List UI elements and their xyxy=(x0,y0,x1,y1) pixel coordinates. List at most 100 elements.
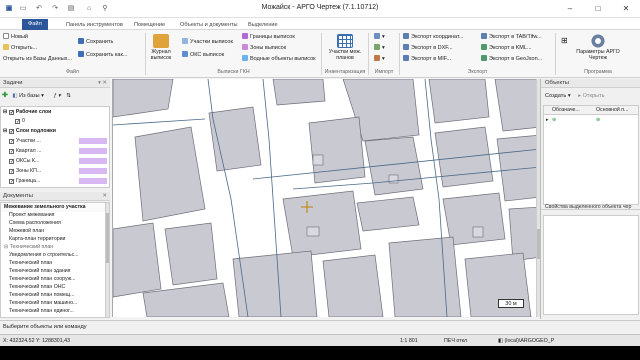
underlay-layer-row[interactable]: ✓ ОКСы К... xyxy=(1,157,111,165)
import-tool-1[interactable]: ▾ xyxy=(374,33,385,41)
column-header[interactable]: Обозначе... xyxy=(552,106,580,115)
list-item[interactable]: Технический план единог... xyxy=(1,308,105,316)
tab-selection[interactable]: Выделение xyxy=(248,20,278,30)
list-item[interactable]: Межевой план xyxy=(1,228,105,236)
table-row[interactable]: ▸ ⊕ ⊕ xyxy=(544,116,638,124)
export-dxf-button[interactable]: Экспорт в DXF... xyxy=(403,44,453,52)
help-icon[interactable]: ⊞ xyxy=(561,37,568,45)
maximize-button[interactable]: □ xyxy=(590,3,606,15)
layer-color-swatch[interactable] xyxy=(79,138,107,144)
small-building xyxy=(306,226,320,237)
list-item[interactable]: Технический план ОНС xyxy=(1,284,105,292)
filter-icon[interactable]: ⊕ xyxy=(596,116,600,124)
tab-objects-documents[interactable]: Объекты и документы xyxy=(180,20,238,30)
tab-file[interactable]: Файл xyxy=(22,19,48,30)
layer-checkbox[interactable]: ✓ xyxy=(9,178,14,184)
list-item[interactable]: Карта-план территории xyxy=(1,236,105,244)
create-button[interactable]: Создать ▾ xyxy=(545,93,571,99)
ribbon: Новый Открыть... Открыть из Базы Данных.… xyxy=(0,30,640,78)
water-icon xyxy=(242,55,248,61)
layer-checkbox[interactable]: ✓ xyxy=(9,168,14,174)
list-item[interactable]: Проект межевания xyxy=(1,212,105,220)
column-header[interactable]: Основной п... xyxy=(596,106,628,115)
tab-toolbar[interactable]: Панель инструментов xyxy=(66,20,123,30)
tab-premises[interactable]: Помещение xyxy=(134,20,165,30)
layer-color-swatch[interactable] xyxy=(79,178,107,184)
list-item[interactable]: Технический план здания xyxy=(1,268,105,276)
layer-color-swatch[interactable] xyxy=(79,148,107,154)
list-item[interactable]: Схема расположения xyxy=(1,220,105,228)
underlay-layer-row[interactable]: ✓ Квартал ... xyxy=(1,147,111,155)
left-panel: Задачи ▾ ✕ ✚ ◧ Из базы ▾ ƒ ▾ ⇅ ⊟ ✓ Рабочие… xyxy=(0,79,110,319)
settings-button[interactable]: Параметры АРГО Чертеж xyxy=(574,34,622,61)
close-button[interactable]: ✕ xyxy=(618,3,634,15)
scroll-thumb[interactable] xyxy=(106,213,109,263)
collapse-icon[interactable]: ⊟ xyxy=(3,109,7,115)
export-geojson-button[interactable]: Экспорт в GeoJson... xyxy=(481,55,542,63)
open-button[interactable]: Открыть... xyxy=(3,44,37,52)
function-icon[interactable]: ƒ ▾ xyxy=(53,93,60,99)
layer-checkbox[interactable]: ✓ xyxy=(8,109,14,115)
layer-checkbox[interactable]: ✓ xyxy=(9,138,14,144)
layer-checkbox[interactable]: ✓ xyxy=(8,128,14,134)
open-icon: ▸ xyxy=(578,93,582,99)
export-mif-button[interactable]: Экспорт в MIF... xyxy=(403,55,451,63)
new-button[interactable]: Новый xyxy=(3,33,28,41)
working-layers-node[interactable]: ⊟ ✓ Рабочие слои xyxy=(1,108,111,116)
scale-readout[interactable]: 1:1 801 xyxy=(400,335,418,346)
layer-zero-row[interactable]: ✓ 0 xyxy=(1,117,111,125)
underlay-layer-row[interactable]: ✓ Граница... xyxy=(1,177,111,185)
open-object-button[interactable]: ▸ Открыть xyxy=(578,93,604,99)
underlay-layer-row[interactable]: ✓ Участки ... xyxy=(1,137,111,145)
map-canvas[interactable] xyxy=(112,79,540,317)
sort-icon[interactable]: ⇅ xyxy=(66,93,71,99)
save-button[interactable]: Сохранить xyxy=(78,38,113,46)
export-icon xyxy=(481,55,487,61)
export-kml-button[interactable]: Экспорт в KML... xyxy=(481,44,532,52)
print-mode-status[interactable]: ПЕЧ откл xyxy=(444,335,467,346)
underlay-layer-row[interactable]: ✓ Зоны КП... xyxy=(1,167,111,175)
list-item[interactable]: Технический план помещ... xyxy=(1,292,105,300)
layer-color-swatch[interactable] xyxy=(79,168,107,174)
export-tab-button[interactable]: Экспорт в TAB/Tifw... xyxy=(481,33,542,41)
right-panel: Объекты Создать ▾ ▸ Открыть Обозначе... … xyxy=(540,79,640,319)
pin-icon[interactable]: ▾ ✕ xyxy=(98,79,107,88)
add-icon[interactable]: ✚ xyxy=(2,92,8,99)
zones-icon xyxy=(242,44,248,50)
open-from-db-button[interactable]: Открыть из Базы Данных... xyxy=(3,55,72,63)
extract-zones-button[interactable]: Зоны выписок xyxy=(242,44,286,52)
extract-water-button[interactable]: Водные объекты выписок xyxy=(242,55,316,63)
layer-checkbox[interactable]: ✓ xyxy=(9,148,14,154)
extract-parcels-button[interactable]: Участки выписок xyxy=(182,38,233,46)
close-icon[interactable]: ✕ xyxy=(102,192,107,201)
export-coords-button[interactable]: Экспорт координат... xyxy=(403,33,463,41)
from-db-button[interactable]: ◧ Из базы ▾ xyxy=(12,93,44,99)
list-item[interactable]: Технический план сооруж... xyxy=(1,276,105,284)
layer-checkbox[interactable]: ✓ xyxy=(9,158,14,164)
cadastral-map[interactable] xyxy=(113,79,540,317)
minimize-button[interactable]: – xyxy=(562,3,578,15)
list-item[interactable]: Уведомления о строительс... xyxy=(1,252,105,260)
list-item[interactable]: Технический план машино... xyxy=(1,300,105,308)
save-as-button[interactable]: Сохранить как... xyxy=(78,51,127,59)
folder-icon xyxy=(3,44,9,50)
underlay-layers-node[interactable]: ⊟ ✓ Слои подложки xyxy=(1,127,111,135)
new-file-icon xyxy=(3,33,9,39)
filter-icon[interactable]: ⊕ xyxy=(552,116,556,124)
doc-group-header[interactable]: ⊟ Технический план xyxy=(1,244,105,252)
export-icon xyxy=(403,33,409,39)
import-tool-2[interactable]: ▾ xyxy=(374,44,385,52)
extract-borders-button[interactable]: Границы выписок xyxy=(242,33,295,41)
doc-group-header[interactable]: Межевание земельного участка xyxy=(1,204,105,212)
documents-scrollbar[interactable] xyxy=(105,203,109,317)
export-icon xyxy=(403,44,409,50)
extract-oks-button[interactable]: ОКС выписок xyxy=(182,51,224,59)
survey-plan-parcels-button[interactable]: Участки меж. планов xyxy=(324,34,366,61)
layer-color-swatch[interactable] xyxy=(79,158,107,164)
layer-checkbox[interactable]: ✓ xyxy=(15,118,20,124)
collapse-icon[interactable]: ⊟ xyxy=(3,128,7,134)
extract-journal-button[interactable]: Журнал выписок xyxy=(148,34,174,61)
small-building xyxy=(472,226,484,238)
list-item[interactable]: Технический план xyxy=(1,260,105,268)
import-tool-3[interactable]: ▾ xyxy=(374,55,385,63)
